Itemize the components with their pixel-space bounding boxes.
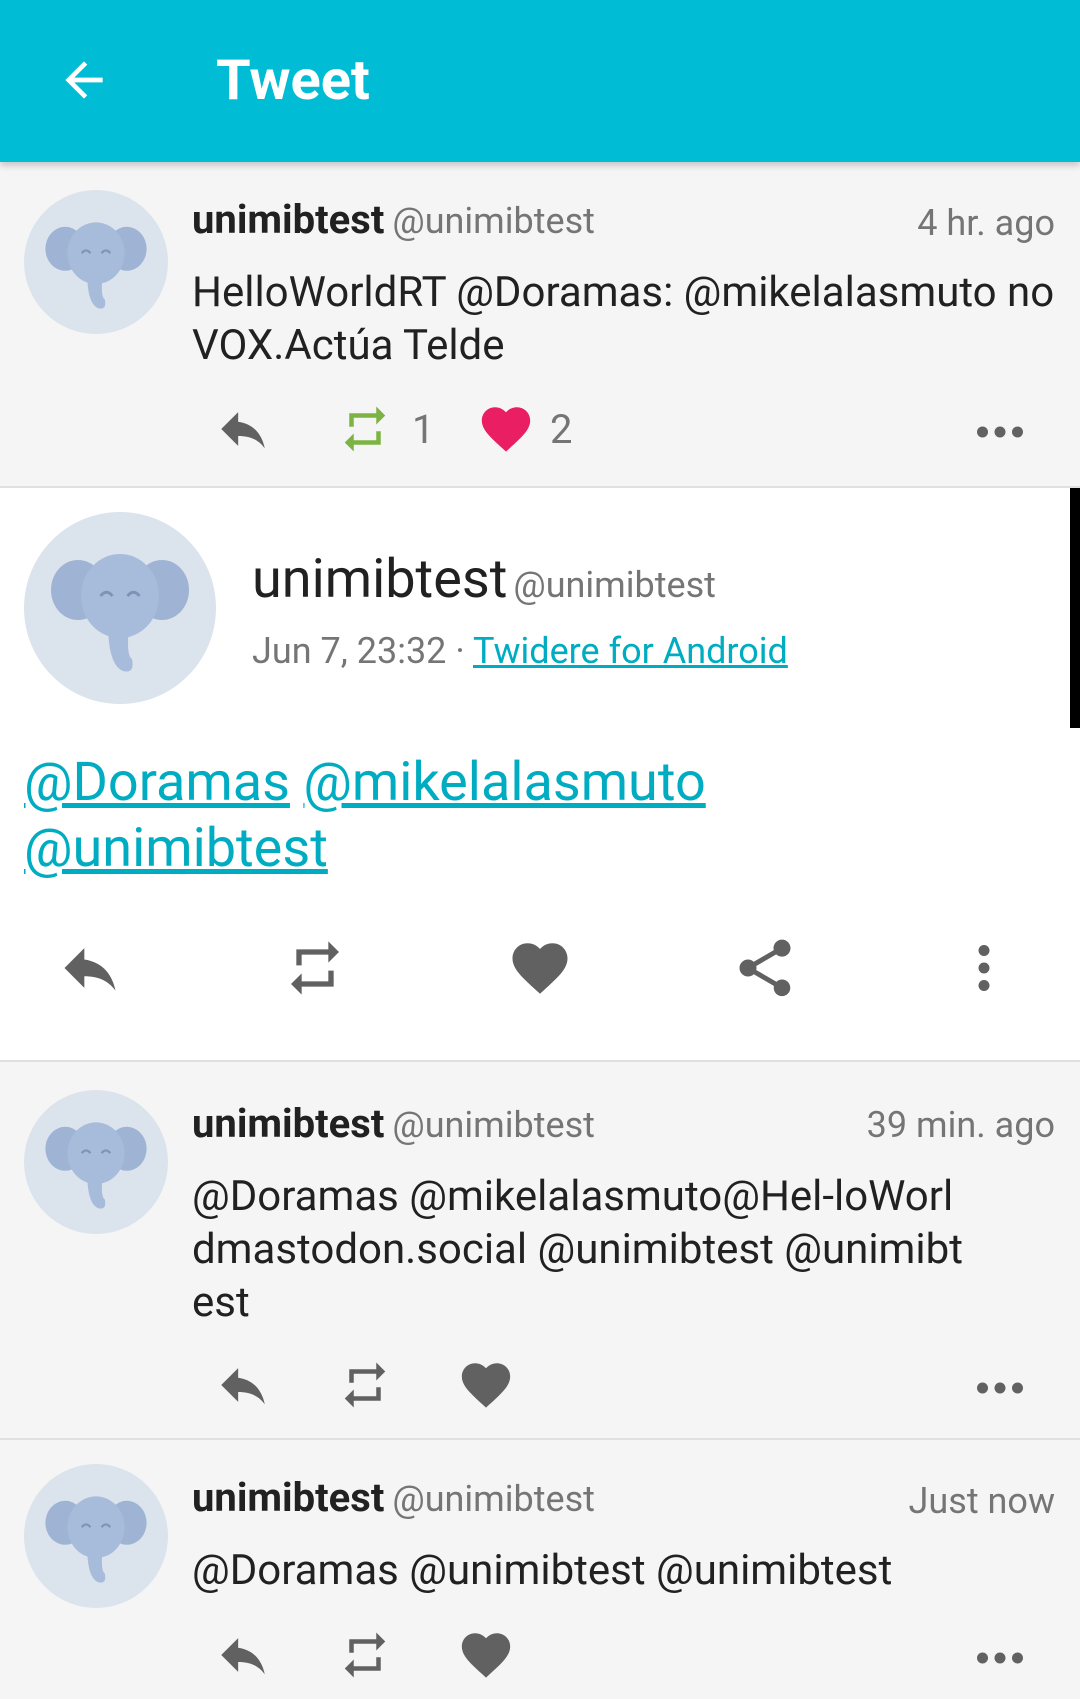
tweet-actions	[0, 1352, 1080, 1422]
more-options-button[interactable]	[970, 402, 1030, 462]
timestamp: 39 min. ago	[866, 1104, 1055, 1146]
tweet-meta: Jun 7, 23:32 · Twidere for Android	[252, 630, 788, 672]
like-button[interactable]	[456, 1626, 516, 1684]
heart-icon	[461, 1363, 511, 1408]
like-button[interactable]: 2	[476, 400, 572, 458]
retweet-icon	[344, 406, 386, 452]
reply-button[interactable]	[210, 1356, 276, 1414]
heart-icon	[481, 407, 531, 452]
elephant-avatar-icon	[45, 1496, 147, 1583]
retweet-button[interactable]: 1	[332, 402, 434, 456]
more-horizontal-icon	[977, 1382, 1023, 1394]
author-name: unimibtest	[192, 196, 385, 243]
elephant-avatar-icon	[45, 222, 147, 309]
author-handle: @unimibtest	[392, 1104, 595, 1146]
author-line[interactable]: unimibtest @unimibtest	[192, 196, 595, 243]
reply-button[interactable]	[50, 928, 130, 1008]
retweet-icon	[344, 1632, 386, 1678]
mention-link[interactable]: @unimibtest	[24, 817, 328, 880]
more-vertical-icon	[978, 945, 990, 991]
tweet-date: Jun 7, 23:32	[252, 630, 447, 672]
avatar[interactable]	[24, 1090, 168, 1234]
reply-icon	[221, 1638, 265, 1675]
retweet-icon	[344, 1362, 386, 1408]
tweet-detail: unimibtest @unimibtest Jun 7, 23:32 · Twi…	[0, 488, 1080, 1062]
retweet-count: 1	[412, 405, 435, 453]
tweet-text: @Doramas @unimibtest @unimibtest	[192, 1546, 893, 1595]
avatar[interactable]	[24, 1464, 168, 1608]
tweet-list-item[interactable]: unimibtest @unimibtest Just now @Doramas …	[0, 1440, 1080, 1699]
author-line[interactable]: unimibtest @unimibtest	[192, 1100, 595, 1147]
heart-icon	[461, 1633, 511, 1678]
page-title: Tweet	[216, 47, 370, 113]
more-options-button[interactable]	[970, 1358, 1030, 1418]
more-options-button[interactable]	[970, 1628, 1030, 1688]
app-bar: Tweet	[0, 0, 1080, 162]
reply-button[interactable]	[210, 400, 276, 458]
like-count: 2	[550, 405, 573, 453]
meta-separator: ·	[455, 630, 465, 672]
tweet-list-item[interactable]: unimibtest @unimibtest 4 hr. ago HelloWor…	[0, 162, 1080, 488]
share-button[interactable]	[725, 928, 805, 1008]
share-icon	[739, 939, 791, 997]
mention-link[interactable]: @mikelalasmuto	[303, 751, 705, 814]
arrow-back-icon	[65, 61, 103, 99]
author-handle: @unimibtest	[392, 1478, 595, 1520]
tweet-text: @Doramas @mikelalasmuto@Hel-loWorldmasto…	[192, 1172, 963, 1327]
reply-icon	[64, 948, 116, 991]
like-button[interactable]	[500, 928, 580, 1008]
reply-icon	[221, 1368, 265, 1405]
back-button[interactable]	[48, 44, 120, 116]
heart-icon	[512, 943, 568, 994]
scrollbar[interactable]	[1070, 488, 1080, 728]
author-line[interactable]: unimibtest @unimibtest	[252, 548, 716, 611]
mention-link[interactable]: @Doramas	[24, 751, 290, 814]
reply-button[interactable]	[210, 1626, 276, 1684]
tweet-actions	[0, 1622, 1080, 1692]
author-name: unimibtest	[192, 1474, 385, 1521]
tweet-text: @Doramas @mikelalasmuto @unimibtest	[24, 750, 1044, 882]
elephant-avatar-icon	[45, 1122, 147, 1209]
more-horizontal-icon	[977, 426, 1023, 438]
author-name: unimibtest	[252, 548, 508, 611]
tweet-actions: 1 2	[0, 396, 1080, 466]
author-handle: @unimibtest	[513, 564, 716, 606]
timestamp: 4 hr. ago	[917, 202, 1055, 244]
author-name: unimibtest	[192, 1100, 385, 1147]
like-button[interactable]	[456, 1356, 516, 1414]
author-line[interactable]: unimibtest @unimibtest	[192, 1474, 595, 1521]
elephant-avatar-icon	[51, 554, 189, 672]
retweet-button[interactable]	[332, 1628, 398, 1682]
avatar[interactable]	[24, 190, 168, 334]
retweet-icon	[291, 941, 339, 995]
more-options-button[interactable]	[944, 928, 1024, 1008]
timestamp: Just now	[908, 1480, 1055, 1522]
tweet-text: HelloWorldRT @Doramas: @mikelalasmuto no…	[192, 268, 1055, 370]
avatar[interactable]	[24, 512, 216, 704]
tweet-list-item[interactable]: unimibtest @unimibtest 39 min. ago @Doram…	[0, 1064, 1080, 1440]
author-handle: @unimibtest	[392, 200, 595, 242]
retweet-button[interactable]	[332, 1358, 398, 1412]
retweet-button[interactable]	[275, 928, 355, 1008]
reply-icon	[221, 412, 265, 449]
source-link[interactable]: Twidere for Android	[473, 630, 788, 672]
more-horizontal-icon	[977, 1652, 1023, 1664]
